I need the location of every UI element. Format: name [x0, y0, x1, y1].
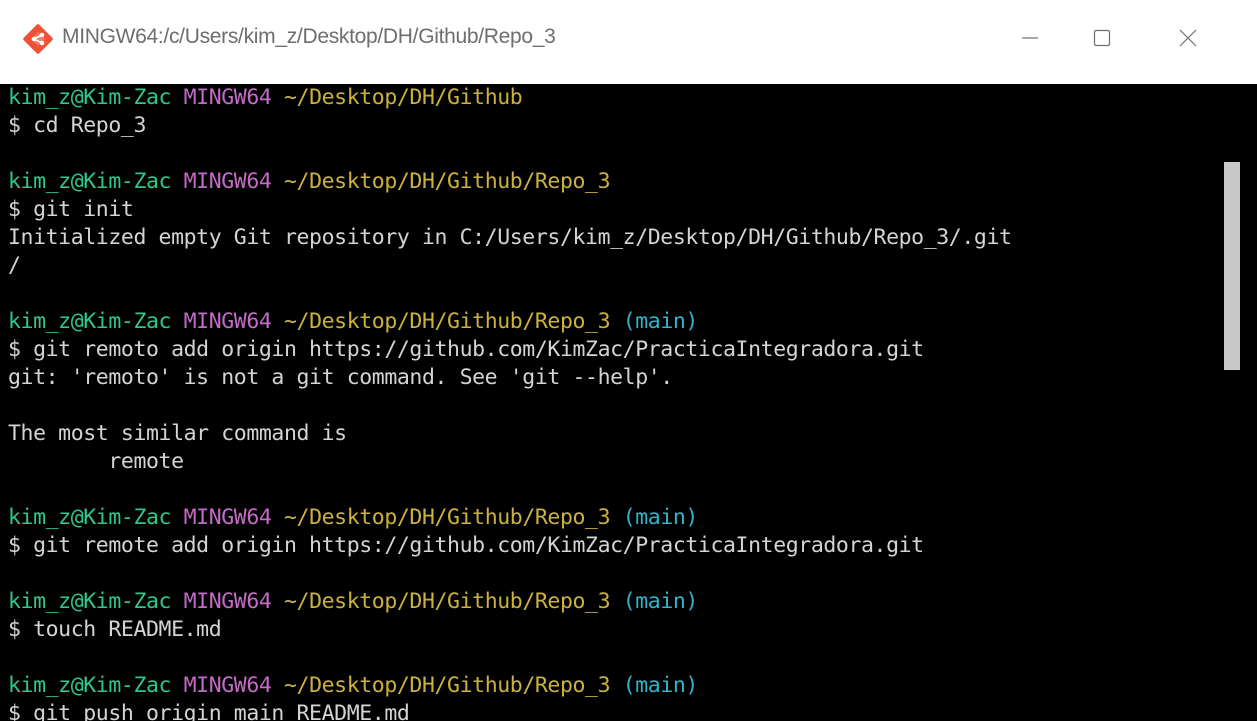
prompt-line: kim_z@Kim-Zac MINGW64 ~/Desktop/DH/Githu…	[8, 168, 1210, 196]
close-icon	[1179, 29, 1197, 47]
minimize-button[interactable]	[994, 0, 1066, 84]
prompt-branch: (main)	[622, 309, 699, 334]
output-line: $ git push origin main README.md	[8, 701, 410, 721]
prompt-path: ~/Desktop/DH/Github/Repo_3	[283, 673, 611, 698]
terminal-window: MINGW64:/c/Users/kim_z/Desktop/DH/Github…	[0, 0, 1257, 721]
prompt-system: MINGW64	[183, 673, 272, 698]
prompt-branch: (main)	[622, 673, 699, 698]
prompt-user-host: kim_z@Kim-Zac	[8, 673, 172, 698]
output-line: The most similar command is	[8, 421, 347, 446]
prompt-line: kim_z@Kim-Zac MINGW64 ~/Desktop/DH/Githu…	[8, 308, 1210, 336]
close-button[interactable]	[1152, 0, 1224, 84]
vertical-scrollbar[interactable]	[1210, 84, 1257, 721]
output-line: Initialized empty Git repository in C:/U…	[8, 225, 1012, 250]
git-bash-icon	[22, 23, 54, 55]
output-line: $ touch README.md	[8, 617, 222, 642]
scrollbar-thumb[interactable]	[1224, 162, 1240, 370]
prompt-path: ~/Desktop/DH/Github/Repo_3	[283, 505, 611, 530]
terminal-output[interactable]: kim_z@Kim-Zac MINGW64 ~/Desktop/DH/Githu…	[0, 84, 1210, 721]
prompt-system: MINGW64	[183, 85, 272, 110]
prompt-system: MINGW64	[183, 589, 272, 614]
output-line: $ git remote add origin https://github.c…	[8, 533, 924, 558]
prompt-line: kim_z@Kim-Zac MINGW64 ~/Desktop/DH/Githu…	[8, 588, 1210, 616]
output-line: remote	[8, 449, 184, 474]
prompt-line: kim_z@Kim-Zac MINGW64 ~/Desktop/DH/Githu…	[8, 504, 1210, 532]
prompt-path: ~/Desktop/DH/Github/Repo_3	[283, 169, 611, 194]
prompt-user-host: kim_z@Kim-Zac	[8, 309, 172, 334]
maximize-button[interactable]	[1066, 0, 1138, 84]
output-line: $ git remoto add origin https://github.c…	[8, 337, 924, 362]
prompt-path: ~/Desktop/DH/Github/Repo_3	[283, 309, 611, 334]
prompt-user-host: kim_z@Kim-Zac	[8, 589, 172, 614]
prompt-path: ~/Desktop/DH/Github/Repo_3	[283, 589, 611, 614]
prompt-path: ~/Desktop/DH/Github	[283, 85, 523, 110]
prompt-line: kim_z@Kim-Zac MINGW64 ~/Desktop/DH/Githu…	[8, 84, 1210, 112]
prompt-user-host: kim_z@Kim-Zac	[8, 85, 172, 110]
title-bar[interactable]: MINGW64:/c/Users/kim_z/Desktop/DH/Github…	[0, 0, 1257, 84]
output-line: /	[8, 253, 21, 278]
prompt-line: kim_z@Kim-Zac MINGW64 ~/Desktop/DH/Githu…	[8, 672, 1210, 700]
output-line: $ cd Repo_3	[8, 113, 146, 138]
prompt-system: MINGW64	[183, 309, 272, 334]
output-line: $ git init	[8, 197, 134, 222]
prompt-system: MINGW64	[183, 169, 272, 194]
prompt-branch: (main)	[622, 505, 699, 530]
prompt-branch: (main)	[622, 589, 699, 614]
prompt-user-host: kim_z@Kim-Zac	[8, 169, 172, 194]
maximize-icon	[1093, 29, 1111, 47]
prompt-system: MINGW64	[183, 505, 272, 530]
output-line: git: 'remoto' is not a git command. See …	[8, 365, 673, 390]
window-title: MINGW64:/c/Users/kim_z/Desktop/DH/Github…	[62, 25, 556, 48]
minimize-icon	[1022, 37, 1038, 39]
prompt-user-host: kim_z@Kim-Zac	[8, 505, 172, 530]
